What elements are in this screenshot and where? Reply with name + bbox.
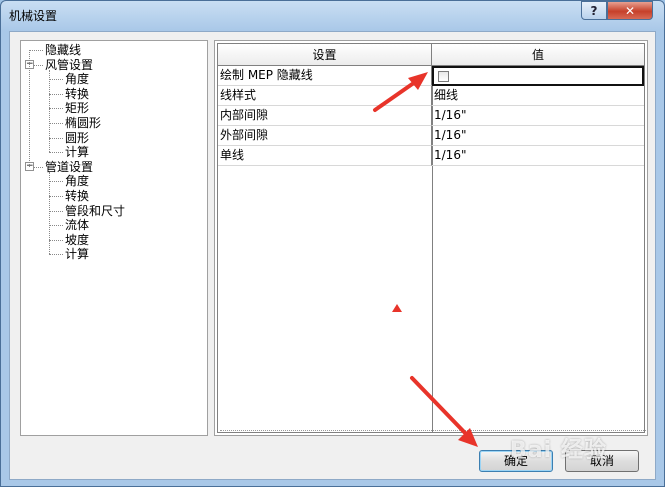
settings-tree[interactable]: 隐藏线 风管设置 − 角度 转换 矩形 椭圆形 圆形 计算 管道设置 − 角度 转换 管段和尺寸 流体 坡度计… <box>20 40 208 436</box>
tree-item[interactable]: 转换 <box>65 87 89 101</box>
tree-item-label: 角度 <box>65 174 90 189</box>
tree-item-label: 转换 <box>65 86 90 101</box>
tree-item-label: 计算 <box>65 145 90 160</box>
settings-table-inner: 设置 值 绘制 MEP 隐藏线 线样式 细线 内部间隙 1/16" 外部间隙 1/16" 单线… <box>217 43 646 433</box>
tree-connector <box>49 108 63 110</box>
tree-connector <box>49 79 63 81</box>
setting-name-cell: 外部间隙 <box>218 126 432 146</box>
setting-value-cell[interactable]: 细线 <box>432 86 644 106</box>
help-button[interactable]: ? <box>581 1 607 20</box>
tree-item-label: 角度 <box>65 72 90 87</box>
tree-connector <box>49 210 63 212</box>
tree-connector <box>49 69 50 153</box>
tree-connector <box>49 181 63 183</box>
tree-item[interactable]: 椭圆形 <box>65 116 101 130</box>
table-bottom-dotted-line <box>220 430 646 431</box>
tree-item-label: 圆形 <box>65 130 90 145</box>
tree-connector <box>49 171 50 255</box>
tree-connector <box>49 137 63 139</box>
tree-item[interactable]: 计算 <box>65 247 89 261</box>
setting-name-cell: 内部间隙 <box>218 106 432 126</box>
tree-item[interactable]: 圆形 <box>65 131 89 145</box>
settings-table: 设置 值 绘制 MEP 隐藏线 线样式 细线 内部间隙 1/16" 外部间隙 1/16" 单线… <box>214 40 648 436</box>
table-row[interactable]: 线样式 细线 <box>218 86 644 106</box>
tree-item-label: 管道设置 <box>45 159 94 174</box>
setting-value-cell[interactable]: 1/16" <box>432 126 644 146</box>
draw-mep-hidden-lines-checkbox[interactable] <box>438 71 449 82</box>
tree-item[interactable]: 风管设置 <box>45 58 93 72</box>
tree-item-label: 转换 <box>65 189 90 203</box>
tree-connector <box>49 254 63 256</box>
setting-value-cell[interactable] <box>432 66 644 86</box>
column-header-setting[interactable]: 设置 <box>218 44 432 66</box>
title-bar[interactable]: 机械设置 ? ✕ <box>1 1 664 29</box>
column-header-value[interactable]: 值 <box>432 44 644 66</box>
tree-connector <box>49 152 63 154</box>
tree-item[interactable]: 转换 <box>65 189 89 203</box>
tree-item-label: 椭圆形 <box>65 116 102 130</box>
dialog-body: 隐藏线 风管设置 − 角度 转换 矩形 椭圆形 圆形 计算 管道设置 − 角度 转换 管段和尺寸 流体 坡度计… <box>9 31 656 480</box>
tree-item[interactable]: 坡度 <box>65 233 89 247</box>
tree-item-label: 隐藏线 <box>45 43 82 57</box>
tree-item[interactable]: 隐藏线 <box>45 43 81 57</box>
tree-connector <box>49 123 63 124</box>
table-row[interactable]: 单线 1/16" <box>218 146 644 166</box>
setting-name-cell: 线样式 <box>218 86 432 106</box>
tree-item[interactable]: 管道设置 <box>45 160 93 174</box>
tree-item[interactable]: 计算 <box>65 145 89 159</box>
tree-item[interactable]: 管段和尺寸 <box>65 204 125 218</box>
mechanical-settings-dialog: 机械设置 ? ✕ 隐藏线 风管设置 − 角度 转换 矩形 椭圆形 圆形 计算 管道设置 − 角度 转换管… <box>0 0 665 487</box>
tree-item[interactable]: 角度 <box>65 72 89 86</box>
tree-item[interactable]: 矩形 <box>65 101 89 115</box>
tree-item-label: 计算 <box>65 247 90 262</box>
setting-name-cell: 单线 <box>218 146 432 166</box>
tree-item[interactable]: 角度 <box>65 174 89 188</box>
window-title: 机械设置 <box>9 9 58 23</box>
table-row[interactable]: 内部间隙 1/16" <box>218 106 644 126</box>
setting-name-cell: 绘制 MEP 隐藏线 <box>218 66 432 86</box>
tree-connector <box>49 93 63 95</box>
close-button[interactable]: ✕ <box>607 1 653 20</box>
tree-connector <box>49 196 63 197</box>
tree-item-label: 矩形 <box>65 101 90 116</box>
tree-item-label: 坡度 <box>65 232 90 247</box>
tree-connector <box>49 239 63 241</box>
tree-item-label: 流体 <box>65 218 90 233</box>
tree-item-label: 风管设置 <box>45 57 94 72</box>
tree-connector <box>49 225 63 227</box>
tree-item-label: 管段和尺寸 <box>65 203 126 218</box>
baidu-watermark: Bai 经验 <box>510 438 607 463</box>
tree-connector <box>29 50 30 167</box>
table-row[interactable]: 外部间隙 1/16" <box>218 126 644 146</box>
setting-value-cell[interactable]: 1/16" <box>432 146 644 166</box>
table-row[interactable]: 绘制 MEP 隐藏线 <box>218 66 644 86</box>
setting-value-cell[interactable]: 1/16" <box>432 106 644 126</box>
tree-connector <box>29 50 43 51</box>
tree-item[interactable]: 流体 <box>65 218 89 232</box>
